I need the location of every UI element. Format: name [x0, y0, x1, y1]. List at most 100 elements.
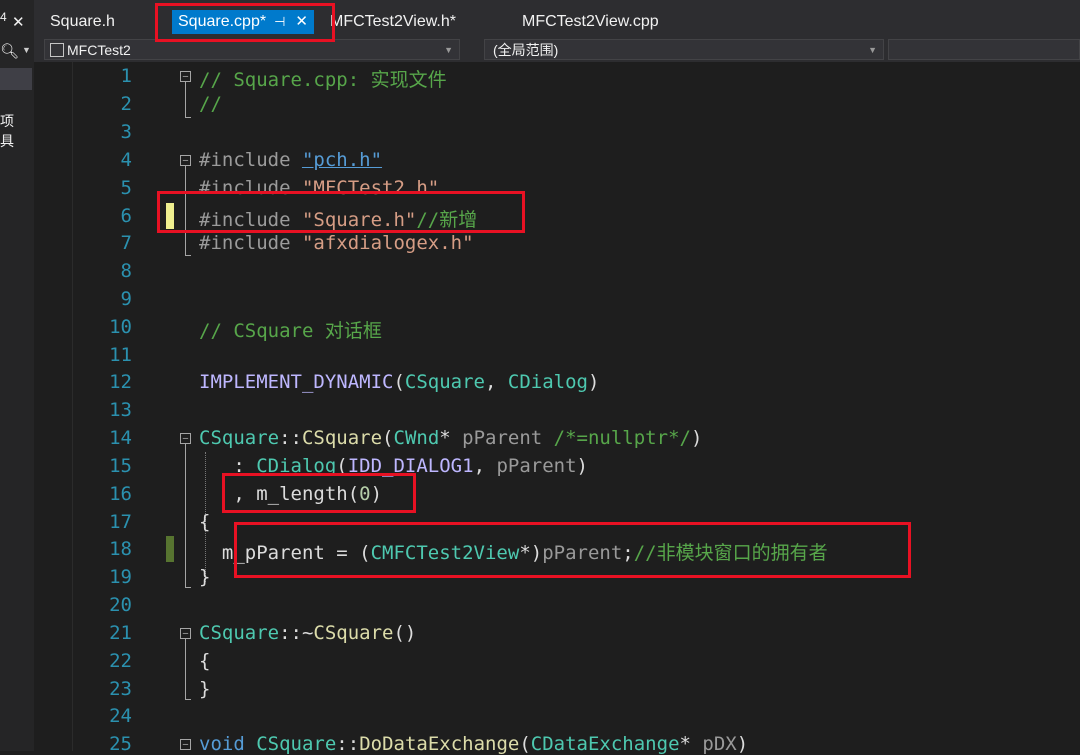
parameter: pParent [462, 427, 543, 449]
code-line-1[interactable]: // Square.cpp: 实现文件 [199, 65, 447, 92]
line-number: 20 [109, 594, 132, 616]
line-number: 4 [120, 149, 132, 171]
collapse-icon[interactable]: − [180, 155, 191, 167]
line-number: 5 [120, 177, 132, 199]
brace: } [199, 566, 211, 588]
punctuation: :: [336, 733, 360, 755]
line-number: 16 [109, 483, 132, 505]
line-number: 13 [109, 399, 132, 421]
keyword: void [199, 733, 245, 755]
panel-glyph: 4 [0, 10, 7, 24]
annotation-box-assign [234, 522, 911, 578]
selection-margin [44, 62, 73, 751]
directive: #include [199, 149, 302, 171]
project-dropdown[interactable]: MFCTest2 ▼ [44, 39, 460, 60]
type-name: CSquare [199, 622, 280, 644]
chevron-down-icon: ▼ [868, 45, 877, 55]
punctuation: ) [587, 371, 600, 393]
comment: // [199, 93, 222, 115]
comment: // Square.cpp: 实现文件 [199, 69, 447, 91]
code-line-2[interactable]: // [199, 93, 222, 115]
solution-explorer-strip: 4 ✕ 🔍︎ ▼ 项 具 [0, 0, 34, 751]
function-name: DoDataExchange [359, 733, 520, 755]
line-number: 24 [109, 705, 132, 727]
macro: IMPLEMENT_DYNAMIC [199, 371, 394, 393]
tab-square-h[interactable]: Square.h [50, 10, 115, 34]
code-line-7[interactable]: #include "afxdialogex.h" [199, 232, 474, 254]
parameter: pDX [702, 733, 737, 755]
member-dropdown[interactable] [888, 39, 1080, 60]
type-name: CDataExchange [530, 733, 680, 755]
line-number: 19 [109, 566, 132, 588]
parameter: pParent [496, 455, 577, 477]
brace: { [199, 650, 211, 672]
tree-item-text[interactable]: 具 [0, 131, 14, 151]
chevron-down-icon[interactable]: ▼ [22, 45, 31, 55]
punctuation: , [473, 455, 497, 477]
code-line-14[interactable]: CSquare::CSquare(CWnd* pParent /*=nullpt… [199, 427, 702, 449]
punctuation: () [393, 622, 417, 644]
line-number: 15 [109, 455, 132, 477]
line-number: 14 [109, 427, 132, 449]
type-name: CSquare [256, 733, 337, 755]
punctuation: * [439, 427, 463, 449]
collapse-icon[interactable]: − [180, 71, 191, 83]
line-number: 25 [109, 733, 132, 755]
line-number: 7 [120, 232, 132, 254]
collapse-icon[interactable]: − [180, 433, 191, 445]
outline-guide-end [185, 117, 191, 118]
code-line-19[interactable]: } [199, 566, 210, 588]
tree-item-text[interactable]: 项 [0, 111, 14, 131]
project-name: MFCTest2 [67, 42, 131, 58]
comment: /*=nullptr*/ [542, 427, 691, 449]
punctuation: ) [690, 427, 703, 449]
code-line-21[interactable]: CSquare::~CSquare() [199, 622, 416, 644]
line-number: 21 [109, 622, 132, 644]
search-icon[interactable]: 🔍︎ [0, 42, 19, 60]
selected-tree-row[interactable] [0, 68, 32, 90]
tab-mfctest2view-cpp[interactable]: MFCTest2View.cpp [522, 10, 659, 34]
code-line-10[interactable]: // CSquare 对话框 [199, 316, 382, 343]
code-line-4[interactable]: #include "pch.h" [199, 149, 382, 171]
code-line-23[interactable]: } [199, 678, 210, 700]
line-number: 8 [120, 260, 132, 282]
chevron-down-icon: ▼ [444, 45, 453, 55]
punctuation: :: [279, 427, 302, 449]
line-number: 11 [109, 344, 132, 366]
punctuation: * [679, 733, 703, 755]
collapse-icon[interactable]: − [180, 739, 191, 751]
outline-guide [185, 444, 186, 587]
panel-close-icon[interactable]: ✕ [12, 13, 25, 31]
collapse-icon[interactable]: − [180, 628, 191, 640]
line-number: 6 [120, 205, 132, 227]
outline-guide [185, 639, 186, 699]
punctuation: ( [393, 371, 405, 393]
outline-guide-end [185, 587, 191, 588]
directive: #include [199, 232, 302, 254]
outline-guide-end [185, 699, 191, 700]
include-link[interactable]: "pch.h" [302, 149, 382, 171]
line-number: 18 [109, 538, 132, 560]
brace: { [199, 511, 211, 533]
type-name: CWnd [393, 427, 440, 449]
punctuation: ) [736, 733, 749, 755]
code-line-25[interactable]: void CSquare::DoDataExchange(CDataExchan… [199, 733, 748, 755]
function-name: CSquare [301, 427, 383, 449]
punctuation: ( [382, 427, 394, 449]
punctuation: ) [576, 455, 588, 477]
outline-guide [185, 82, 186, 117]
saved-change-marker [166, 536, 174, 562]
scope-dropdown[interactable]: (全局范围) ▼ [484, 39, 884, 60]
line-number: 22 [109, 650, 132, 672]
code-line-22[interactable]: { [199, 650, 210, 672]
code-line-17[interactable]: { [199, 511, 210, 533]
code-line-12[interactable]: IMPLEMENT_DYNAMIC(CSquare, CDialog) [199, 371, 599, 393]
project-icon [50, 43, 64, 57]
line-number: 2 [120, 93, 132, 115]
annotation-box-include [157, 191, 525, 233]
type-name: CSquare [404, 371, 485, 393]
annotation-box-tab [155, 3, 335, 42]
punctuation: ::~ [279, 622, 314, 644]
tab-mfctest2view-h[interactable]: MFCTest2View.h* [330, 10, 456, 34]
brace: } [199, 678, 211, 700]
